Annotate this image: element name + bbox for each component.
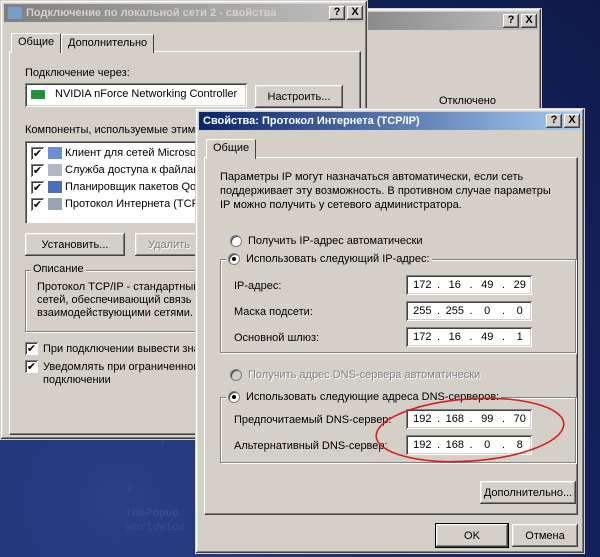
manual-dns-radio[interactable] — [228, 391, 240, 403]
tab-general[interactable]: Общие — [11, 33, 62, 53]
cancel-button[interactable]: Отмена — [512, 524, 578, 547]
show-icon-checkbox[interactable]: ✔ — [25, 342, 38, 355]
tab-advanced[interactable]: Дополнительно — [61, 34, 155, 53]
list-item[interactable]: ✔ Протокол Интернета (TCP/IP) — [31, 196, 216, 212]
scheduler-icon — [48, 181, 62, 193]
advanced-button[interactable]: Дополнительно... — [480, 481, 576, 504]
component-label: Служба доступа к файлам — [65, 164, 201, 176]
notify-checkbox[interactable]: ✔ — [25, 360, 38, 373]
list-item[interactable]: ✔ Планировщик пакетов QoS — [31, 179, 204, 195]
window-title: Подключение по локальной сети 2 - свойст… — [26, 7, 277, 19]
network-icon — [8, 7, 22, 19]
ip-address-input[interactable]: 172. 16. 49. 29 — [406, 275, 532, 295]
dialog-title: Свойства: Протокол Интернета (TCP/IP) — [203, 115, 420, 127]
preferred-dns-input[interactable]: 192. 168. 99. 70 — [406, 409, 532, 429]
component-label: Клиент для сетей Microsoft — [65, 147, 203, 159]
component-checkbox[interactable]: ✔ — [31, 180, 44, 194]
ip-address-label: IP-адрес: — [234, 280, 282, 292]
connection-status: Отключено — [439, 95, 496, 107]
notify-label: Уведомлять при ограниченном — [43, 361, 201, 373]
description-line: взаимодействующими сетями. — [37, 307, 194, 319]
alternate-dns-label: Альтернативный DNS-сервер: — [234, 440, 388, 452]
configure-button[interactable]: Настроить... — [255, 85, 343, 108]
tcpip-dialog-titlebar[interactable]: Свойства: Протокол Интернета (TCP/IP) — [199, 112, 581, 130]
show-icon-label: При подключении вывести зна — [43, 343, 200, 355]
help-button[interactable]: ? — [329, 6, 345, 20]
client-icon — [48, 147, 62, 159]
notify-label: подключении — [43, 374, 111, 386]
manual-ip-radio[interactable] — [228, 253, 240, 265]
manual-dns-title: Использовать следующие адреса DNS-сервер… — [226, 391, 502, 403]
list-item[interactable]: ✔ Клиент для сетей Microsoft — [31, 145, 202, 161]
desktop-watermark: worldwide — [126, 522, 186, 534]
desktop-decoration: } — [126, 482, 133, 494]
list-item[interactable]: ✔ Служба доступа к файлам — [31, 162, 201, 178]
component-checkbox[interactable]: ✔ — [31, 146, 44, 160]
subnet-mask-input[interactable]: 255. 255. 0. 0 — [406, 301, 532, 321]
desktop-watermark: thePopup. — [126, 508, 186, 520]
remove-button[interactable]: Удалить — [135, 233, 203, 256]
background-help-button[interactable]: ? — [503, 14, 519, 28]
manual-ip-label[interactable]: Использовать следующий IP-адрес: — [246, 253, 430, 265]
intro-text: IP можно получить у сетевого администрат… — [220, 199, 462, 211]
connection-properties-titlebar[interactable]: Подключение по локальной сети 2 - свойст… — [4, 4, 364, 22]
gateway-input[interactable]: 172. 16. 49. 1 — [406, 327, 532, 347]
alternate-dns-input[interactable]: 192. 168. 0. 8 — [406, 435, 532, 455]
background-close-button[interactable]: X — [521, 14, 537, 28]
description-line: сетей, обеспечивающий связь — [37, 294, 192, 306]
subnet-mask-label: Маска подсети: — [234, 306, 313, 318]
component-label: Планировщик пакетов QoS — [65, 181, 204, 193]
components-list[interactable]: ✔ Клиент для сетей Microsoft ✔ Служба дост… — [25, 141, 216, 223]
network-card-icon — [31, 90, 45, 99]
manual-dns-label[interactable]: Использовать следующие адреса DNS-сервер… — [246, 391, 499, 403]
auto-dns-label[interactable]: Получить адрес DNS-сервера автоматически — [248, 369, 480, 381]
intro-text: Параметры IP могут назначаться автоматич… — [220, 171, 524, 183]
preferred-dns-label: Предпочитаемый DNS-сервер: — [234, 414, 392, 426]
tab-general[interactable]: Общие — [206, 139, 257, 159]
auto-ip-label[interactable]: Получить IP-адрес автоматически — [248, 235, 422, 247]
service-icon — [48, 164, 62, 176]
protocol-icon — [48, 198, 62, 210]
auto-ip-radio[interactable] — [230, 235, 242, 247]
component-label: Протокол Интернета (TCP/IP) — [65, 198, 217, 210]
manual-ip-title: Использовать следующий IP-адрес: — [226, 253, 432, 265]
component-checkbox[interactable]: ✔ — [31, 197, 44, 211]
adapter-field: NVIDIA nForce Networking Controller — [25, 83, 247, 107]
dialog-close-button[interactable]: X — [564, 114, 580, 128]
component-checkbox[interactable]: ✔ — [31, 163, 44, 177]
dialog-help-button[interactable]: ? — [546, 114, 562, 128]
description-line: Протокол TCP/IP - стандартный — [37, 281, 200, 293]
components-label: Компоненты, используемые этим — [25, 124, 196, 136]
description-title: Описание — [31, 263, 86, 275]
intro-text: поддерживает эту возможность. В противно… — [220, 185, 551, 197]
close-button[interactable]: X — [347, 6, 363, 20]
adapter-name: NVIDIA nForce Networking Controller — [55, 88, 238, 100]
install-button[interactable]: Установить... — [25, 233, 125, 256]
tcpip-properties-dialog: Свойства: Протокол Интернета (TCP/IP) ? … — [195, 108, 585, 554]
auto-dns-radio[interactable] — [230, 369, 242, 381]
ok-button[interactable]: OK — [435, 523, 509, 548]
gateway-label: Основной шлюз: — [234, 332, 320, 344]
connect-via-label: Подключение через: — [25, 67, 130, 79]
